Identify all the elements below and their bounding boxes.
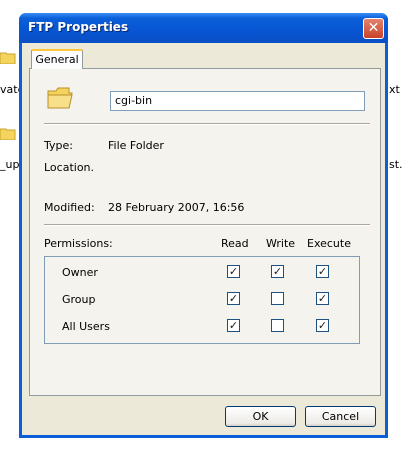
folder-icon[interactable] [0,50,16,64]
all-users-execute-checkbox[interactable] [316,319,329,332]
modified-value: 28 February 2007, 16:56 [108,201,245,214]
group-execute-checkbox[interactable] [316,292,329,305]
modified-label: Modified: [44,201,95,214]
permission-row-owner: Owner [62,266,98,279]
group-write-checkbox[interactable] [271,292,284,305]
cancel-button[interactable]: Cancel [305,406,376,427]
folder-name-input[interactable]: cgi-bin [110,91,365,111]
window-title: FTP Properties [28,20,129,34]
permissions-list: Owner Group All Users [44,256,360,344]
folder-icon [47,87,73,109]
permission-row-all-users: All Users [62,320,110,333]
tab-general[interactable]: General [31,49,83,69]
ftp-properties-dialog: FTP Properties ✕ General cgi-bin Type: F… [19,13,388,438]
all-users-read-checkbox[interactable] [227,319,240,332]
group-read-checkbox[interactable] [227,292,240,305]
ok-button[interactable]: OK [225,406,296,427]
permissions-label: Permissions: [44,237,113,250]
column-execute: Execute [307,237,351,250]
permission-row-group: Group [62,293,96,306]
desktop-item-label: xt [389,83,400,96]
owner-execute-checkbox[interactable] [316,265,329,278]
desktop-item-label: st.. [389,158,403,171]
folder-icon[interactable] [0,126,16,140]
close-icon: ✕ [367,20,380,36]
type-label: Type: [44,139,73,152]
owner-read-checkbox[interactable] [227,265,240,278]
separator [44,224,370,226]
column-write: Write [266,237,296,250]
location-label: Location. [44,161,95,174]
type-value: File Folder [108,139,164,152]
title-bar[interactable]: FTP Properties ✕ [19,13,388,43]
column-read: Read [221,237,249,250]
owner-write-checkbox[interactable] [271,265,284,278]
general-panel: cgi-bin Type: File Folder Location. Modi… [29,68,381,396]
separator [44,123,370,125]
close-button[interactable]: ✕ [363,18,384,39]
all-users-write-checkbox[interactable] [271,319,284,332]
